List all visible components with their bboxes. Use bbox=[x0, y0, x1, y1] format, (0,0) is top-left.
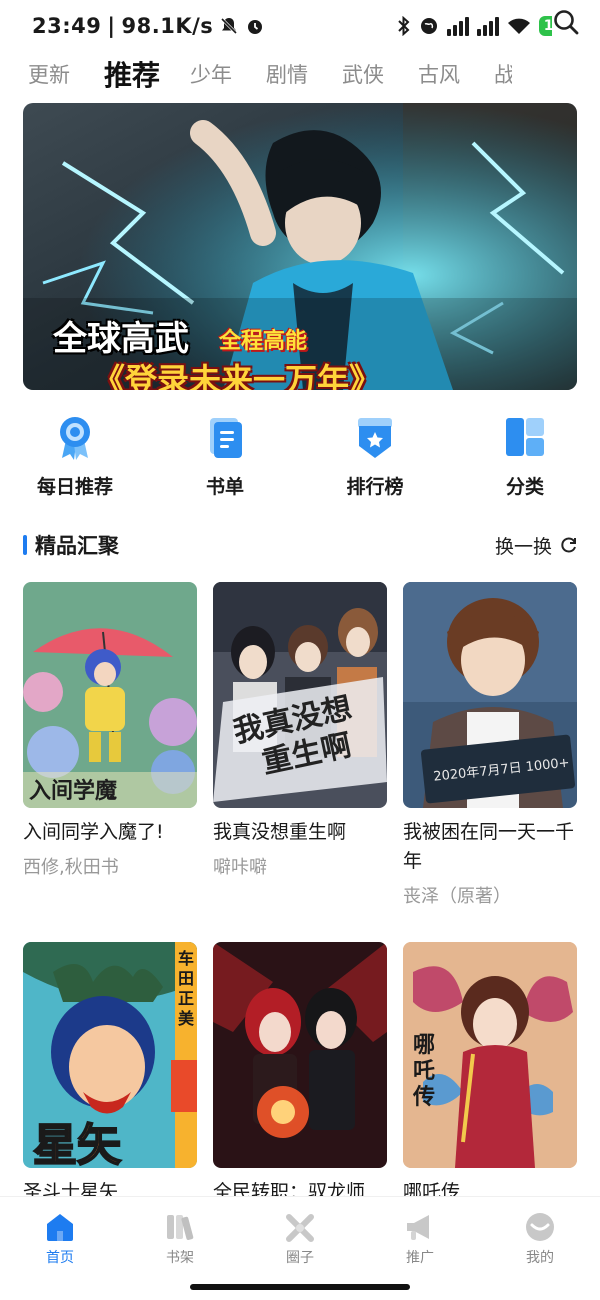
comic-author: 噼咔噼 bbox=[213, 857, 267, 878]
cellular-signal-2-icon bbox=[476, 16, 499, 36]
comic-card[interactable]: 全民转职：驭龙师 bbox=[213, 942, 387, 1213]
quick-nav-label: 每日推荐 bbox=[36, 476, 113, 498]
circle-community-icon bbox=[286, 1214, 314, 1242]
comic-cover: 车 田 正 美 圣斗士 星矢 bbox=[23, 942, 197, 1168]
nav-home[interactable]: 首页 bbox=[0, 1197, 120, 1300]
tab-drama[interactable]: 剧情 bbox=[266, 59, 308, 89]
quick-nav: 每日推荐 书单 排行榜 分类 bbox=[0, 414, 600, 499]
nav-label: 推广 bbox=[406, 1250, 434, 1266]
nav-label: 圈子 bbox=[286, 1250, 314, 1266]
book-list-icon bbox=[210, 418, 242, 458]
section-title-text: 精品汇聚 bbox=[35, 534, 119, 558]
comic-cover: 入间学魔 bbox=[23, 582, 197, 808]
svg-text:车: 车 bbox=[178, 949, 194, 968]
status-separator: | bbox=[107, 14, 116, 38]
comic-author: 丧泽（原著） bbox=[403, 886, 511, 907]
quick-nav-daily-recommend[interactable]: 每日推荐 bbox=[0, 414, 150, 499]
quick-nav-category[interactable]: 分类 bbox=[450, 414, 600, 499]
cover-art-1: 入间学魔 bbox=[23, 582, 197, 808]
featured-banner[interactable]: 全球高武 全程高能 《登录未来一万年》 bbox=[23, 103, 577, 390]
bookshelf-icon bbox=[167, 1215, 194, 1240]
nav-label: 我的 bbox=[526, 1250, 554, 1266]
category-grid-icon bbox=[506, 418, 544, 456]
cover-art-4: 车 田 正 美 圣斗士 星矢 bbox=[23, 942, 197, 1168]
svg-text:入间学魔: 入间学魔 bbox=[29, 778, 117, 804]
comic-title: 我真没想重生啊 bbox=[213, 821, 347, 843]
status-time: 23:49 bbox=[32, 14, 102, 38]
quick-nav-book-list[interactable]: 书单 bbox=[150, 414, 300, 499]
network-speed: 98.1K/s bbox=[121, 14, 214, 38]
tab-ancient[interactable]: 古风 bbox=[418, 59, 460, 89]
comic-author: 西修,秋田书 bbox=[23, 857, 119, 878]
nav-label: 书架 bbox=[166, 1250, 194, 1266]
refresh-label: 换一换 bbox=[494, 535, 552, 558]
status-left: 23:49 | 98.1K/s bbox=[32, 14, 265, 38]
refresh-icon bbox=[561, 537, 576, 553]
nav-profile[interactable]: 我的 bbox=[480, 1197, 600, 1300]
search-icon bbox=[554, 10, 579, 35]
comic-card[interactable]: 2020年7月7日 1000+ 我被困在同一天一千年 丧泽（原著） bbox=[403, 582, 577, 908]
cover-art-5 bbox=[213, 942, 387, 1168]
svg-text:正: 正 bbox=[178, 989, 194, 1008]
alarm-icon bbox=[248, 20, 263, 34]
megaphone-icon bbox=[407, 1215, 429, 1240]
svg-text:美: 美 bbox=[178, 1009, 195, 1028]
comic-card[interactable]: 车 田 正 美 圣斗士 星矢 圣斗士星矢 bbox=[23, 942, 197, 1213]
bell-muted-icon bbox=[221, 17, 238, 35]
svg-text:吒: 吒 bbox=[413, 1059, 435, 1084]
tab-recommend[interactable]: 推荐 bbox=[104, 54, 160, 94]
ribbon-award-icon bbox=[60, 417, 90, 460]
comic-title: 我被困在同一天一千年 bbox=[403, 821, 575, 872]
tab-youth[interactable]: 少年 bbox=[190, 59, 232, 89]
comic-cover: 2020年7月7日 1000+ bbox=[403, 582, 577, 808]
cover-art-6: 哪 吒 传 bbox=[403, 942, 577, 1168]
home-indicator[interactable] bbox=[190, 1284, 410, 1290]
quick-nav-label: 分类 bbox=[505, 476, 544, 498]
tab-wuxia[interactable]: 武侠 bbox=[342, 59, 384, 89]
wifi-icon bbox=[507, 18, 530, 34]
section-header: 精品汇聚 换一换 bbox=[23, 528, 578, 562]
vpn-globe-icon bbox=[420, 18, 437, 34]
cellular-signal-1-icon bbox=[446, 16, 469, 36]
banner-title-tag: 全程高能 bbox=[219, 329, 308, 354]
search-button[interactable] bbox=[552, 8, 580, 36]
nav-label: 首页 bbox=[46, 1250, 74, 1266]
cover-art-2: 我真没想 重生啊 bbox=[213, 582, 387, 808]
quick-nav-label: 排行榜 bbox=[346, 476, 404, 498]
banner-title-main: 全球高武 bbox=[53, 319, 189, 359]
ranking-badge-icon bbox=[358, 418, 392, 458]
quick-nav-ranking[interactable]: 排行榜 bbox=[300, 414, 450, 499]
svg-text:传: 传 bbox=[412, 1085, 435, 1110]
refresh-button[interactable]: 换一换 bbox=[495, 532, 578, 559]
profile-icon bbox=[526, 1213, 554, 1241]
home-icon bbox=[47, 1214, 73, 1241]
comic-cover bbox=[213, 942, 387, 1168]
section-title: 精品汇聚 bbox=[23, 530, 119, 560]
banner-subtitle: 《登录未来一万年》 bbox=[93, 361, 382, 390]
svg-text:哪: 哪 bbox=[413, 1033, 435, 1058]
comic-card[interactable]: 入间学魔 入间同学入魔了! 西修,秋田书 bbox=[23, 582, 197, 879]
tab-update[interactable]: 更新 bbox=[28, 59, 70, 89]
tab-war-partial[interactable]: 战 bbox=[494, 59, 512, 89]
status-bar: 23:49 | 98.1K/s 100 bbox=[0, 0, 600, 52]
comic-cover: 哪 吒 传 bbox=[403, 942, 577, 1168]
bluetooth-icon bbox=[398, 16, 410, 36]
category-tabs: 更新 推荐 少年 剧情 武侠 古风 战 bbox=[0, 52, 600, 96]
section-accent-bar bbox=[23, 535, 27, 555]
svg-text:田: 田 bbox=[178, 969, 194, 988]
status-right: 100 bbox=[397, 16, 578, 36]
cover-art-3: 2020年7月7日 1000+ bbox=[403, 582, 577, 808]
comic-card[interactable]: 我真没想 重生啊 我真没想重生啊 噼咔噼 bbox=[213, 582, 387, 879]
svg-text:星矢: 星矢 bbox=[33, 1120, 121, 1168]
comic-card[interactable]: 哪 吒 传 哪吒传 bbox=[403, 942, 577, 1213]
comic-title: 入间同学入魔了! bbox=[23, 821, 164, 843]
comic-cover: 我真没想 重生啊 bbox=[213, 582, 387, 808]
quick-nav-label: 书单 bbox=[205, 476, 244, 498]
